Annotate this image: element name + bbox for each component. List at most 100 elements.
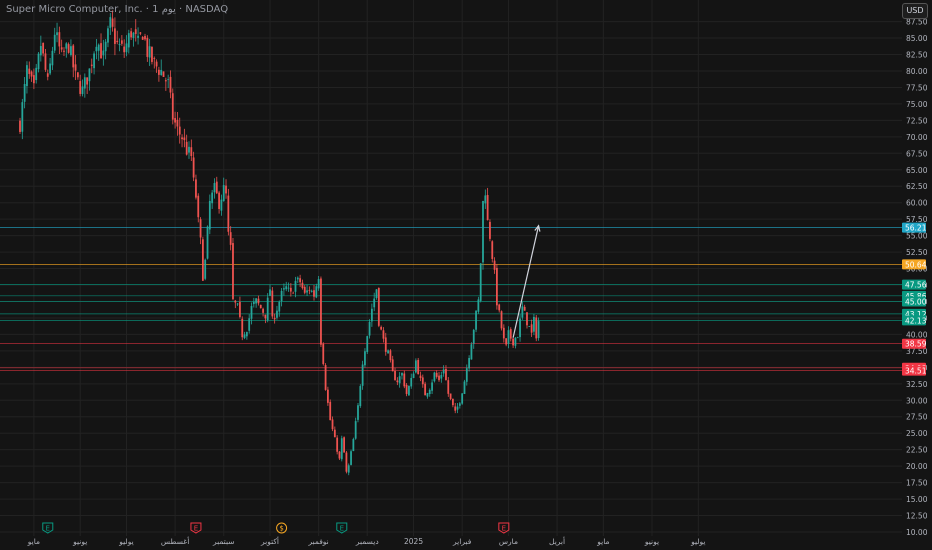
candle-body (266, 297, 269, 321)
x-tick-label: ديسمبر (355, 537, 379, 546)
price-axis[interactable]: 87.5085.0082.5080.0077.5075.0072.5070.00… (906, 18, 928, 537)
candle-body (28, 68, 31, 74)
candle-body (285, 286, 288, 290)
candle-body (67, 44, 70, 53)
time-axis[interactable]: مايو يونيو يوليو أغسطس سبتمبر أكتوبر نوفمبر ديس… (27, 536, 706, 546)
candle-body (514, 337, 517, 346)
candle-body (359, 386, 362, 407)
candle-body (315, 286, 318, 298)
candle-body (127, 33, 130, 48)
candle-body (417, 359, 420, 375)
candle-body (111, 18, 114, 27)
x-tick-label: يونيو (644, 537, 659, 546)
candle-body (229, 232, 232, 245)
candle-body (148, 46, 151, 58)
candle-body (403, 373, 406, 387)
candle-body (245, 332, 248, 337)
candle-body (426, 393, 429, 397)
candle-body (384, 337, 387, 352)
candle-body (294, 280, 297, 292)
candle-body (526, 312, 528, 326)
candle-body (197, 195, 200, 218)
level-label: 47.56 (905, 281, 927, 290)
candle-body (394, 370, 396, 381)
dividend-marker[interactable]: $ (276, 522, 288, 534)
candle-body (505, 338, 508, 345)
y-tick-label: 32.50 (906, 380, 928, 389)
level-label: 56.21 (905, 224, 927, 233)
y-tick-label: 25.00 (906, 429, 928, 438)
candle-body (236, 303, 239, 305)
candle-body (382, 330, 385, 339)
candle-body (338, 451, 341, 459)
candle-body (146, 37, 149, 57)
candle-body (44, 53, 47, 70)
candle-body (333, 429, 336, 438)
candle-body (185, 141, 188, 155)
candle-body (287, 287, 290, 289)
candle-body (139, 32, 142, 34)
candle-body (375, 289, 378, 298)
candle-body (509, 329, 512, 339)
candle-body (421, 377, 424, 385)
event-label: E (194, 525, 198, 533)
price-chart[interactable]: 87.5085.0082.5080.0077.5075.0072.5070.00… (0, 0, 932, 550)
level-label: 38.59 (905, 340, 927, 349)
candle-body (454, 406, 457, 411)
x-tick-label: يونيو (72, 537, 87, 546)
candle-body (482, 201, 484, 263)
candle-body (512, 338, 514, 346)
y-tick-label: 10.00 (906, 528, 928, 537)
candle-body (234, 300, 237, 303)
candle-body (218, 192, 220, 209)
candle-body (435, 372, 438, 377)
candle-body (51, 50, 54, 66)
x-tick-label: مايو (27, 537, 40, 546)
candle-body (32, 75, 35, 84)
x-tick-label: 2025 (404, 537, 423, 546)
candle-body (192, 157, 195, 178)
candle-body (141, 36, 144, 40)
candle-body (479, 263, 482, 301)
y-tick-label: 17.50 (906, 479, 928, 488)
candle-body (442, 369, 445, 374)
candle-body (123, 46, 126, 53)
candle-body (264, 314, 267, 319)
y-tick-label: 40.00 (906, 330, 928, 339)
candle-body (486, 194, 489, 221)
candle-body (65, 43, 68, 49)
event-label: E (340, 525, 344, 533)
candle-body (283, 288, 285, 290)
candle-body (489, 221, 491, 239)
candle-body (169, 76, 172, 93)
candle-body (456, 406, 459, 410)
candle-body (120, 40, 123, 44)
candle-body (23, 83, 26, 102)
candle-body (301, 282, 304, 289)
candle-body (79, 81, 82, 94)
candle-body (190, 147, 193, 157)
candle-body (322, 343, 325, 365)
candle-body (410, 377, 413, 387)
candle-body (354, 421, 357, 439)
candle-body (308, 289, 311, 291)
y-tick-label: 12.50 (906, 512, 928, 521)
candle-body (465, 368, 468, 382)
candle-body (225, 185, 227, 194)
candle-body (181, 137, 183, 140)
candle-body (303, 286, 306, 293)
candle-body (211, 192, 214, 204)
currency-button[interactable]: USD (902, 3, 928, 19)
candle-body (535, 317, 538, 339)
candle-body (88, 68, 91, 82)
candle-body (125, 43, 128, 53)
candle-body (118, 44, 121, 46)
candle-body (130, 31, 133, 38)
candle-body (39, 46, 42, 56)
candle-body (241, 318, 244, 338)
candle-body (262, 308, 264, 313)
candle-body (398, 376, 401, 384)
candle-body (158, 69, 160, 75)
x-tick-label: يوليو (118, 537, 133, 546)
y-tick-label: 20.00 (906, 462, 928, 471)
